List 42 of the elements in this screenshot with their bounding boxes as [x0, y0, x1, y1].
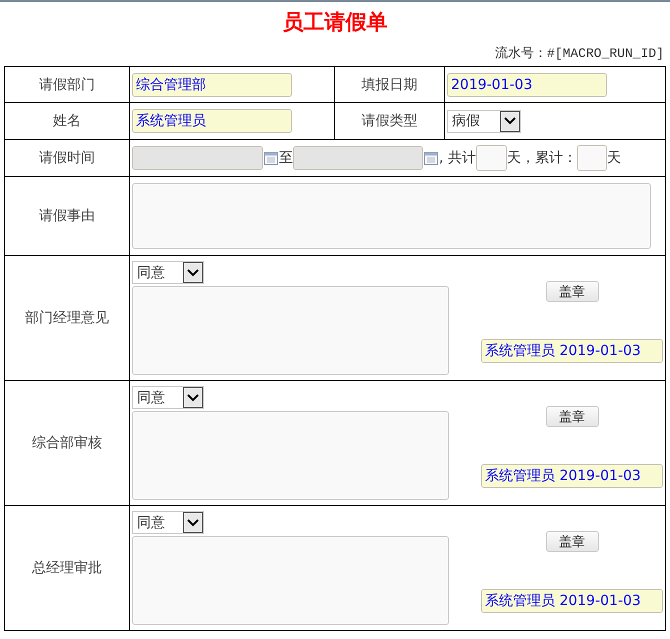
chevron-down-icon	[187, 268, 199, 276]
opinion-select[interactable]: 同意	[132, 261, 204, 284]
serial-number: 流水号：#[MACRO_RUN_ID]	[494, 46, 664, 61]
seal-button[interactable]: 盖章	[546, 531, 598, 552]
field-label: 部门经理意见	[25, 310, 109, 326]
signature-field: 系统管理员 2019-01-03	[481, 339, 663, 363]
start-date-field[interactable]	[132, 146, 263, 170]
field-label: 请假事由	[39, 208, 95, 224]
opinion-select[interactable]: 同意	[132, 386, 204, 409]
reason-field[interactable]	[132, 183, 651, 249]
chevron-down-icon	[187, 518, 199, 526]
comment-field[interactable]	[132, 536, 449, 625]
signature-field: 系统管理员 2019-01-03	[481, 589, 663, 613]
signature-field: 系统管理员 2019-01-03	[481, 464, 663, 488]
total-unit-label: 天，累计：	[506, 150, 577, 166]
field-label: 综合部审核	[32, 435, 102, 451]
name-field[interactable]: 系统管理员	[132, 109, 292, 133]
field-label: 请假部门	[39, 76, 95, 92]
date-field[interactable]: 2019-01-03	[447, 72, 607, 96]
field-label: 填报日期	[362, 76, 418, 92]
leave-type-select[interactable]: 病假	[447, 110, 521, 132]
seal-button[interactable]: 盖章	[546, 406, 598, 427]
total-label: , 共计	[439, 150, 476, 166]
chevron-down-icon	[504, 117, 516, 125]
total-days-field[interactable]	[476, 145, 507, 171]
calendar-icon[interactable]	[263, 150, 279, 166]
chevron-down-icon	[187, 394, 199, 402]
comment-field[interactable]	[132, 411, 449, 500]
comment-field[interactable]	[132, 286, 449, 375]
unit-label: 天	[606, 150, 621, 166]
range-separator: 至	[279, 150, 293, 166]
cumulative-days-field[interactable]	[576, 145, 607, 171]
field-label: 请假时间	[39, 150, 95, 166]
opinion-select[interactable]: 同意	[132, 511, 204, 534]
seal-button[interactable]: 盖章	[546, 281, 598, 302]
field-label: 总经理审批	[32, 560, 102, 576]
end-date-field[interactable]	[293, 146, 423, 170]
field-label: 请假类型	[362, 113, 418, 129]
field-label: 姓名	[53, 113, 81, 129]
calendar-icon[interactable]	[423, 150, 439, 166]
department-field[interactable]: 综合管理部	[132, 72, 292, 96]
form-title: 员工请假单	[282, 9, 388, 36]
